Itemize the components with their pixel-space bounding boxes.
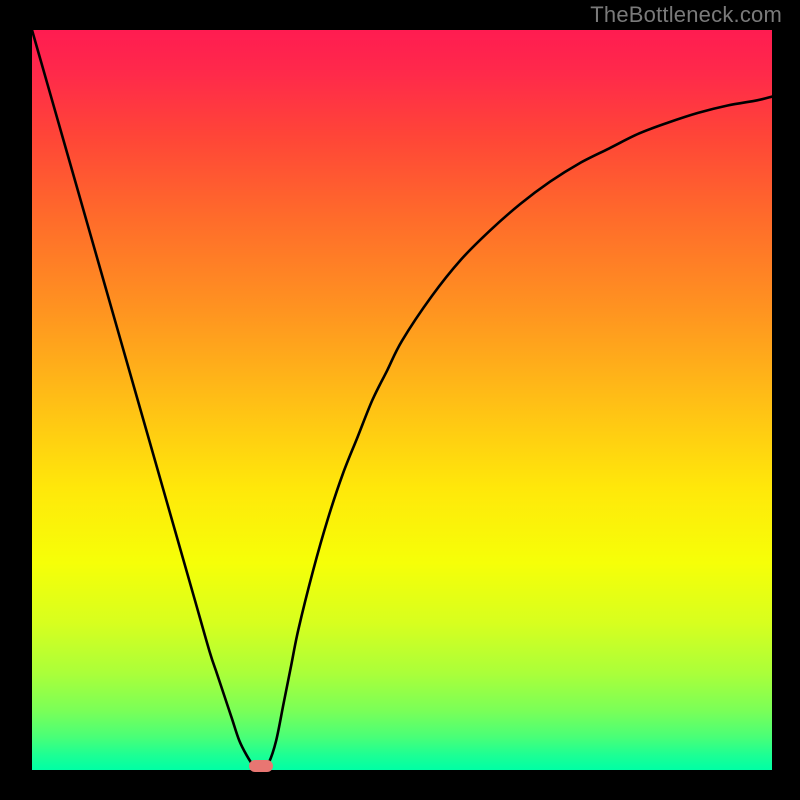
- optimal-point-marker: [249, 760, 273, 772]
- plot-background: [32, 30, 772, 770]
- chart-frame: TheBottleneck.com: [0, 0, 800, 800]
- watermark-text: TheBottleneck.com: [590, 2, 782, 28]
- chart-plot: [32, 30, 772, 770]
